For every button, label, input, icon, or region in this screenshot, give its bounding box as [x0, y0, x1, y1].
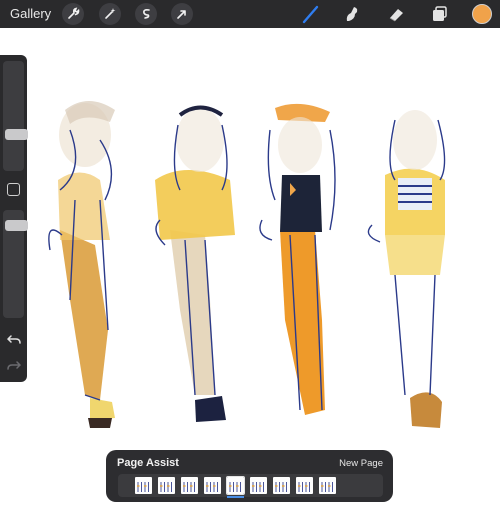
opacity-thumb[interactable]	[5, 220, 28, 231]
sketch-figure-1	[48, 101, 115, 428]
page-thumbnail[interactable]	[296, 477, 313, 494]
undo-icon[interactable]	[6, 333, 22, 347]
transform-arrow-icon[interactable]	[171, 3, 193, 25]
page-thumbnail[interactable]	[226, 476, 245, 495]
page-assist-title: Page Assist	[117, 457, 179, 469]
procreate-window: Gallery Page Assist New Page	[0, 0, 500, 516]
sketch-figure-4	[367, 110, 446, 428]
top-toolbar: Gallery	[0, 0, 500, 28]
sketch-figure-2	[155, 105, 235, 422]
page-thumbnail[interactable]	[181, 477, 198, 494]
gallery-button[interactable]: Gallery	[10, 6, 51, 21]
eraser-icon[interactable]	[385, 3, 407, 25]
opacity-slider[interactable]	[3, 210, 28, 318]
brush-size-thumb[interactable]	[5, 129, 28, 140]
page-assist-panel: Page Assist New Page	[106, 450, 393, 502]
page-thumbnail[interactable]	[319, 477, 336, 494]
selected-page-indicator	[227, 496, 244, 498]
selection-icon[interactable]	[135, 3, 157, 25]
page-thumbnail[interactable]	[250, 477, 267, 494]
side-sliders	[0, 55, 28, 382]
sketch-figure-3	[259, 103, 336, 415]
color-picker-swatch[interactable]	[472, 4, 492, 24]
brush-icon[interactable]	[300, 3, 322, 25]
wrench-icon[interactable]	[62, 3, 84, 25]
page-thumbnail[interactable]	[204, 477, 221, 494]
layers-icon[interactable]	[428, 3, 450, 25]
page-thumbnail[interactable]	[158, 477, 175, 494]
page-thumbnail[interactable]	[273, 477, 290, 494]
magic-wand-icon[interactable]	[99, 3, 121, 25]
redo-icon[interactable]	[6, 359, 22, 373]
modify-button[interactable]	[7, 183, 20, 196]
page-thumbnail[interactable]	[135, 477, 152, 494]
new-page-button[interactable]: New Page	[339, 458, 383, 469]
smudge-icon[interactable]	[341, 3, 363, 25]
page-thumbnail-strip	[118, 474, 383, 498]
canvas-artwork[interactable]	[0, 0, 500, 516]
brush-size-slider[interactable]	[3, 61, 28, 171]
